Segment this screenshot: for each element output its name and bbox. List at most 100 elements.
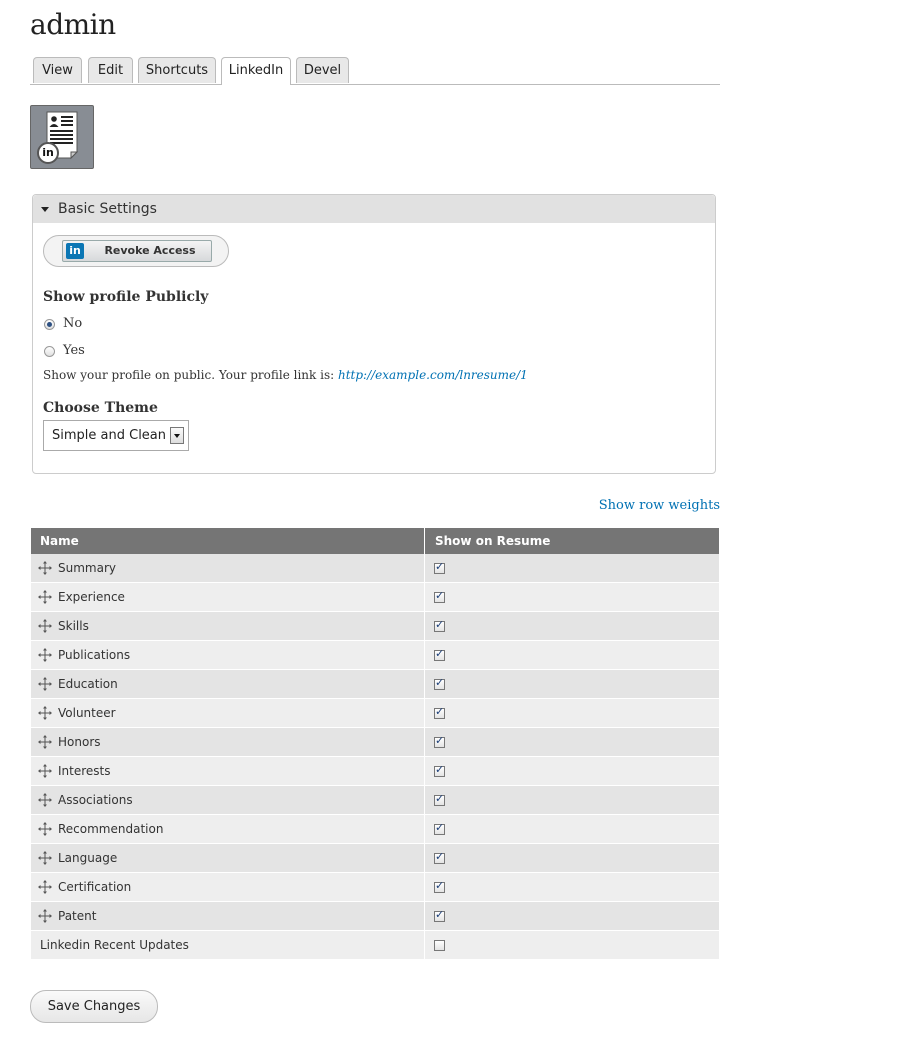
table-row: Recommendation	[31, 814, 719, 844]
table-row: Honors	[31, 727, 719, 757]
tab-view[interactable]: View	[33, 57, 82, 83]
show-on-resume-checkbox[interactable]	[434, 734, 445, 748]
row-name: Interests	[58, 764, 111, 779]
show-profile-label: Show profile Publicly	[43, 289, 209, 305]
drag-handle-icon[interactable]	[38, 880, 52, 895]
show-on-resume-checkbox[interactable]	[434, 850, 445, 864]
row-name-cell: Experience	[31, 582, 425, 612]
show-row-weights-link[interactable]: Show row weights	[599, 498, 720, 513]
tab-edit[interactable]: Edit	[88, 57, 133, 83]
collapse-arrow-icon	[41, 207, 49, 212]
table-row: Linkedin Recent Updates	[31, 930, 719, 960]
save-changes-button[interactable]: Save Changes	[30, 990, 158, 1023]
drag-handle-icon[interactable]	[38, 822, 52, 837]
row-name-cell: Honors	[31, 727, 425, 757]
row-name: Language	[58, 851, 118, 866]
show-on-resume-checkbox[interactable]	[434, 589, 445, 603]
table-row: Associations	[31, 785, 719, 815]
row-name-cell: Publications	[31, 640, 425, 670]
row-name: Linkedin Recent Updates	[40, 938, 189, 953]
show-on-resume-checkbox[interactable]	[434, 560, 445, 574]
show-on-resume-checkbox[interactable]	[434, 940, 445, 951]
tab-shortcuts[interactable]: Shortcuts	[138, 57, 216, 83]
show-on-resume-checkbox[interactable]	[434, 647, 445, 661]
row-name-cell: Language	[31, 843, 425, 873]
row-show-cell	[424, 640, 719, 670]
linkedin-logo-icon: in	[66, 243, 84, 259]
row-name-cell: Linkedin Recent Updates	[31, 930, 425, 960]
row-show-cell	[424, 611, 719, 641]
table-row: Summary	[31, 554, 719, 583]
linkedin-badge: in	[37, 142, 59, 164]
drag-handle-icon[interactable]	[38, 851, 52, 866]
row-name-cell: Education	[31, 669, 425, 699]
revoke-access-button[interactable]: in Revoke Access	[43, 235, 229, 267]
row-name: Education	[58, 677, 118, 692]
drag-handle-icon[interactable]	[38, 619, 52, 634]
show-on-resume-checkbox[interactable]	[434, 879, 445, 893]
row-name: Summary	[58, 561, 116, 576]
table-row: Patent	[31, 901, 719, 931]
drag-handle-icon[interactable]	[38, 648, 52, 663]
page-title: admin	[30, 8, 116, 41]
row-show-cell	[424, 901, 719, 931]
tab-devel[interactable]: Devel	[296, 57, 349, 83]
radio-no[interactable]	[44, 319, 55, 330]
row-name: Publications	[58, 648, 131, 663]
drag-handle-icon[interactable]	[38, 764, 52, 779]
resume-sections-table: Name Show on Resume Summary Experience Ski…	[31, 528, 719, 960]
show-on-resume-checkbox[interactable]	[434, 821, 445, 835]
theme-select[interactable]: Simple and Clean	[43, 420, 189, 451]
revoke-access-inner: in Revoke Access	[62, 240, 212, 262]
drag-handle-icon[interactable]	[38, 793, 52, 808]
row-show-cell	[424, 698, 719, 728]
row-show-cell	[424, 930, 719, 960]
table-row: Volunteer	[31, 698, 719, 728]
show-on-resume-checkbox[interactable]	[434, 618, 445, 632]
row-name-cell: Certification	[31, 872, 425, 902]
show-on-resume-checkbox[interactable]	[434, 705, 445, 719]
table-row: Language	[31, 843, 719, 873]
show-on-resume-checkbox[interactable]	[434, 763, 445, 777]
row-name: Honors	[58, 735, 101, 750]
basic-settings-legend[interactable]: Basic Settings	[33, 195, 715, 223]
drag-handle-icon[interactable]	[38, 590, 52, 605]
revoke-access-label: Revoke Access	[104, 244, 196, 257]
table-row: Interests	[31, 756, 719, 786]
row-show-cell	[424, 669, 719, 699]
table-row: Skills	[31, 611, 719, 641]
tab-linkedin[interactable]: LinkedIn	[221, 57, 291, 85]
row-name: Skills	[58, 619, 89, 634]
row-name-cell: Volunteer	[31, 698, 425, 728]
row-name: Volunteer	[58, 706, 116, 721]
basic-settings-title: Basic Settings	[58, 201, 157, 217]
row-show-cell	[424, 814, 719, 844]
row-show-cell	[424, 843, 719, 873]
radio-yes[interactable]	[44, 346, 55, 357]
row-show-cell	[424, 727, 719, 757]
drag-handle-icon[interactable]	[38, 561, 52, 576]
linkedin-resume-icon: in	[30, 105, 94, 169]
show-on-resume-checkbox[interactable]	[434, 676, 445, 690]
table-row: Experience	[31, 582, 719, 612]
row-show-cell	[424, 872, 719, 902]
row-name: Certification	[58, 880, 132, 895]
row-name: Associations	[58, 793, 133, 808]
theme-select-value: Simple and Clean	[52, 428, 167, 443]
row-name-cell: Associations	[31, 785, 425, 815]
drag-handle-icon[interactable]	[38, 677, 52, 692]
table-row: Publications	[31, 640, 719, 670]
row-name-cell: Interests	[31, 756, 425, 786]
row-show-cell	[424, 582, 719, 612]
drag-handle-icon[interactable]	[38, 909, 52, 924]
row-show-cell	[424, 756, 719, 786]
drag-handle-icon[interactable]	[38, 706, 52, 721]
drag-handle-icon[interactable]	[38, 735, 52, 750]
show-on-resume-checkbox[interactable]	[434, 792, 445, 806]
row-show-cell	[424, 554, 719, 583]
row-name: Patent	[58, 909, 97, 924]
profile-link[interactable]: http://example.com/lnresume/1	[338, 368, 528, 382]
basic-settings-fieldset: Basic Settings in Revoke Access Show pro…	[32, 194, 716, 474]
table-row: Education	[31, 669, 719, 699]
show-on-resume-checkbox[interactable]	[434, 908, 445, 922]
